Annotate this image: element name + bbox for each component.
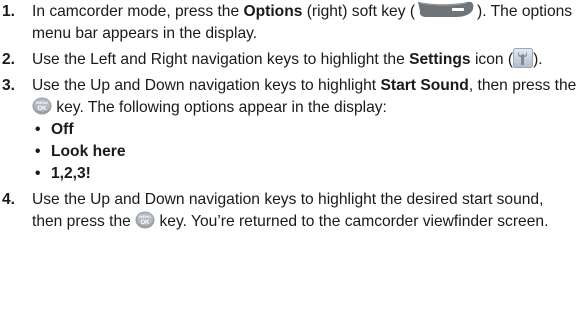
step-number: 1. (2, 3, 16, 20)
step-text: key. You’re returned to the camcorder vi… (155, 213, 549, 230)
svg-text:OK: OK (141, 220, 151, 226)
option-item: • Off (35, 121, 74, 138)
step-1: 1. In camcorder mode, press the Options … (0, 1, 577, 45)
option-label: Look here (51, 143, 126, 160)
svg-text:MENU: MENU (139, 214, 151, 219)
option-item: • 1,2,3! (35, 165, 91, 182)
options-key-label: Options (243, 3, 303, 20)
step-text: key. The following options appear in the… (52, 99, 387, 116)
option-label: Off (51, 121, 74, 138)
step-number: 2. (2, 51, 16, 68)
step-2: 2. Use the Left and Right navigation key… (0, 47, 577, 71)
step-text: ). (533, 51, 543, 68)
step-number: 3. (2, 77, 16, 94)
right-soft-key-icon (416, 0, 476, 19)
option-item: • Look here (35, 143, 126, 160)
svg-text:OK: OK (38, 106, 48, 112)
menu-ok-key-icon: MENU OK (32, 97, 52, 115)
instruction-steps: 1. In camcorder mode, press the Options … (0, 1, 585, 237)
instruction-page: 1. In camcorder mode, press the Options … (0, 0, 585, 316)
step-text: In camcorder mode, press the (32, 3, 244, 20)
step-text: icon ( (470, 51, 514, 68)
option-label: 1,2,3! (51, 165, 91, 182)
svg-text:MENU: MENU (36, 100, 48, 105)
settings-wrench-icon (513, 47, 534, 68)
start-sound-options: • Off • Look here • 1,2,3! (32, 119, 577, 185)
step-text: Use the Left and Right navigation keys t… (32, 51, 410, 68)
step-number: 4. (2, 191, 16, 208)
step-4: 4. Use the Up and Down navigation keys t… (0, 189, 577, 233)
step-text: , then press the (468, 77, 577, 94)
start-sound-label: Start Sound (380, 77, 469, 94)
settings-label: Settings (409, 51, 471, 68)
step-text: Use the Up and Down navigation keys to h… (32, 77, 381, 94)
step-text: (right) soft key ( (302, 3, 416, 20)
step-3: 3. Use the Up and Down navigation keys t… (0, 75, 577, 185)
menu-ok-key-icon: MENU OK (135, 211, 155, 229)
